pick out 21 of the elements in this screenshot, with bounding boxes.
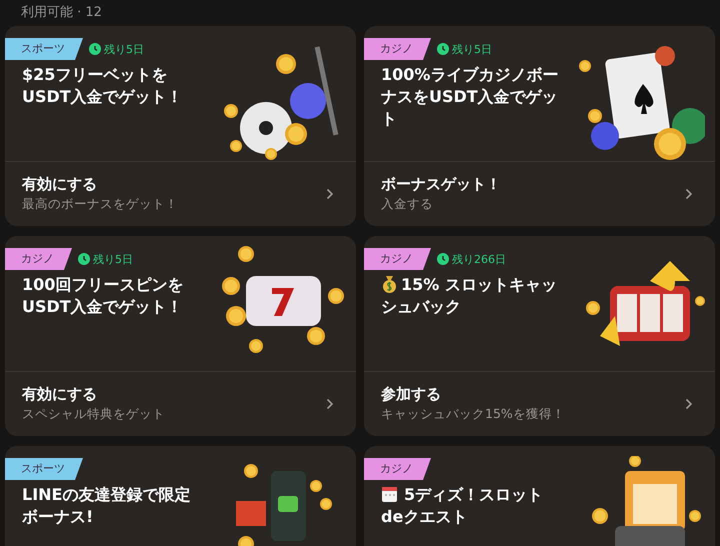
promotion-title: $25フリーベットをUSDT入金でゲット！ — [22, 64, 184, 108]
days-remaining: 残り266日 — [452, 252, 506, 266]
category-tag: スポーツ — [5, 38, 83, 60]
promotion-title: 5ディズ！スロットdeクエスト — [381, 484, 544, 528]
category-tag: カジノ — [364, 458, 431, 480]
promotion-title: LINEの友達登録で限定ボーナス! — [22, 484, 192, 528]
promotion-title: 100%ライブカジノボーナスをUSDT入金でゲット — [381, 64, 559, 130]
promotion-action-link[interactable]: ボーナスゲット！ 入金する — [364, 162, 715, 226]
promotion-action-link[interactable]: 参加する キャッシュバック15%を獲得！ — [364, 372, 715, 436]
promotion-action-link[interactable]: 有効にする スペシャル特典をゲット — [5, 372, 356, 436]
days-remaining: 残り5日 — [104, 42, 144, 56]
promotion-title: 15% スロットキャッシュバック — [381, 274, 558, 318]
category-tag: カジノ — [364, 38, 431, 60]
category-tag: カジノ — [5, 248, 72, 270]
promotion-action-link[interactable]: 有効にする 最高のボーナスをゲット！ — [5, 162, 356, 226]
promotion-title: 100回フリースピンをUSDT入金でゲット！ — [22, 274, 184, 318]
available-count: 利用可能 · 12 — [20, 4, 103, 22]
category-tag: カジノ — [364, 248, 431, 270]
days-remaining: 残り5日 — [452, 42, 492, 56]
category-tag: スポーツ — [5, 458, 83, 480]
days-remaining: 残り5日 — [93, 252, 133, 266]
